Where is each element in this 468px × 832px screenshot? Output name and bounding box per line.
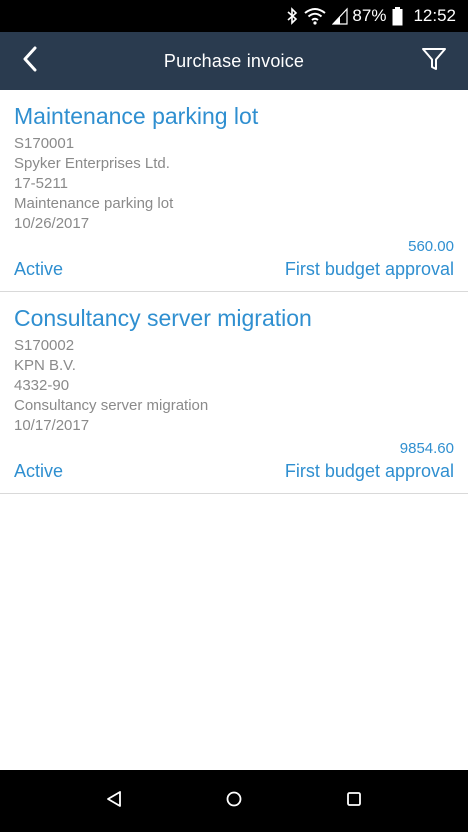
invoice-status: Active: [14, 461, 64, 481]
invoice-card[interactable]: Maintenance parking lot S170001 Spyker E…: [0, 90, 468, 292]
nav-home-button[interactable]: [204, 776, 264, 826]
back-button[interactable]: [10, 41, 50, 81]
invoice-description: Consultancy server migration: [14, 397, 209, 414]
invoice-title: Maintenance parking lot: [14, 103, 259, 129]
back-arrow-icon: [22, 46, 38, 77]
invoice-approval-stage: First budget approval: [284, 259, 454, 279]
invoice-date: 10/26/2017: [14, 215, 90, 232]
cell-signal-icon: [332, 7, 349, 25]
clock: 12:52: [413, 6, 456, 25]
page-title: Purchase invoice: [163, 50, 305, 71]
wifi-icon: [304, 7, 327, 25]
invoice-list: Maintenance parking lot S170001 Spyker E…: [0, 90, 468, 494]
invoice-date: 10/17/2017: [14, 417, 90, 434]
invoice-amount: 9854.60: [399, 440, 454, 457]
invoice-supplier: KPN B.V.: [14, 357, 76, 374]
invoice-reference: 4332-90: [14, 377, 70, 394]
bluetooth-icon: [286, 7, 298, 25]
invoice-status: Active: [14, 259, 64, 279]
app-bar: Purchase invoice: [0, 32, 468, 90]
invoice-card[interactable]: Consultancy server migration S170002 KPN…: [0, 292, 468, 494]
invoice-number: S170002: [14, 337, 75, 354]
invoice-number: S170001: [14, 135, 75, 152]
invoice-title: Consultancy server migration: [14, 305, 312, 331]
invoice-supplier: Spyker Enterprises Ltd.: [14, 155, 170, 172]
nav-home-icon: [225, 790, 243, 813]
nav-back-button[interactable]: [84, 776, 144, 826]
filter-button[interactable]: [414, 41, 454, 81]
invoice-approval-stage: First budget approval: [284, 461, 454, 481]
invoice-amount: 560.00: [408, 238, 454, 255]
nav-recents-icon: [346, 791, 362, 812]
invoice-description: Maintenance parking lot: [14, 195, 174, 212]
filter-icon: [421, 46, 447, 77]
battery-percent: 87%: [352, 6, 387, 25]
status-bar: 87% 12:52: [0, 0, 468, 32]
system-nav-bar: [0, 770, 468, 832]
invoice-reference: 17-5211: [14, 175, 68, 192]
battery-icon: [392, 6, 403, 26]
nav-back-icon: [105, 790, 123, 813]
nav-recents-button[interactable]: [324, 776, 384, 826]
